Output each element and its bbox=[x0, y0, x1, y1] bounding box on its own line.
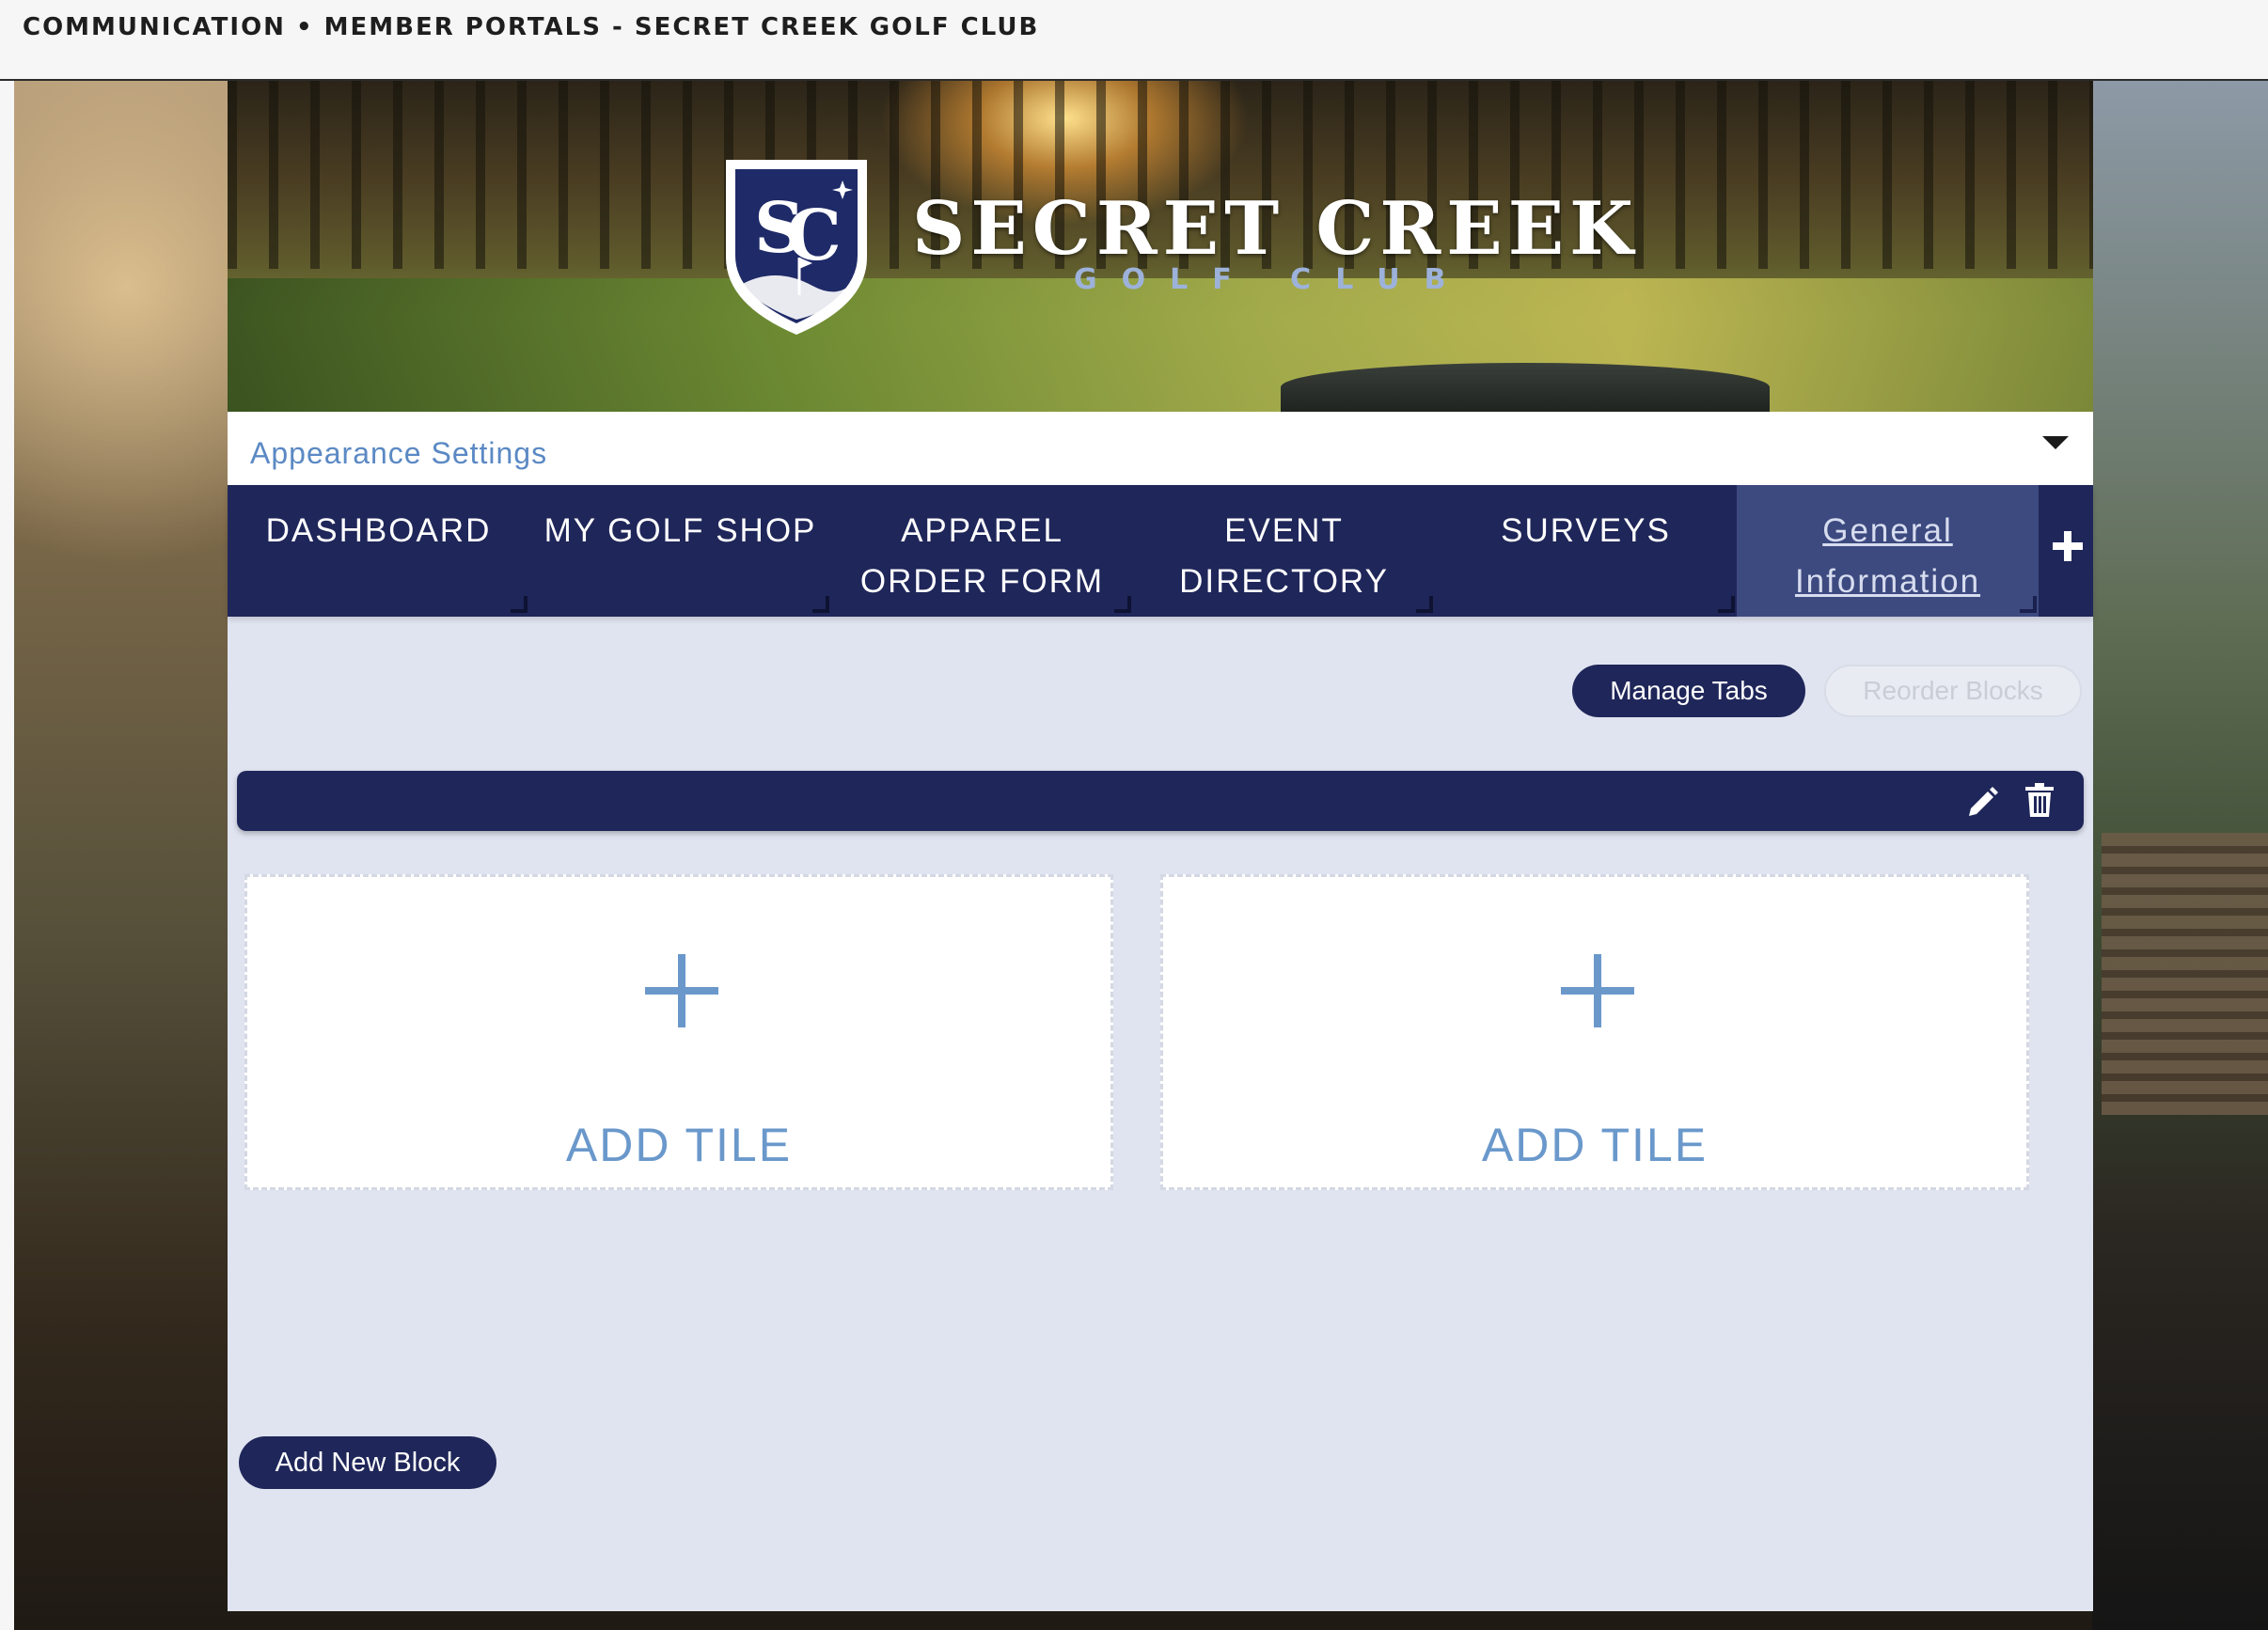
resize-handle-icon[interactable] bbox=[1114, 596, 1131, 613]
svg-text:C: C bbox=[786, 196, 842, 276]
pencil-edit-icon[interactable] bbox=[1965, 784, 1999, 818]
add-tile-label: ADD TILE bbox=[1481, 1119, 1709, 1171]
tab-general-information[interactable]: General Information bbox=[1737, 485, 2039, 617]
add-tile-label: ADD TILE bbox=[565, 1119, 793, 1171]
reorder-blocks-button[interactable]: Reorder Blocks bbox=[1824, 665, 2082, 717]
appearance-settings-label[interactable]: Appearance Settings bbox=[250, 436, 547, 471]
add-tab-plus-icon[interactable] bbox=[2050, 528, 2086, 564]
manage-tabs-button[interactable]: Manage Tabs bbox=[1572, 665, 1805, 717]
add-new-block-button[interactable]: Add New Block bbox=[239, 1436, 496, 1489]
tab-my-golf-shop[interactable]: MY GOLF SHOP bbox=[529, 485, 831, 617]
appearance-settings-bar[interactable]: Appearance Settings bbox=[228, 412, 2093, 485]
caret-down-icon[interactable] bbox=[2042, 436, 2069, 449]
trash-delete-icon[interactable] bbox=[2024, 782, 2055, 818]
resize-handle-icon[interactable] bbox=[812, 596, 829, 613]
plus-icon bbox=[645, 954, 718, 1027]
resize-handle-icon[interactable] bbox=[511, 596, 528, 613]
tab-surveys[interactable]: SURVEYS bbox=[1435, 485, 1737, 617]
breadcrumb: COMMUNICATION • MEMBER PORTALS - SECRET … bbox=[23, 13, 1040, 41]
top-bar: COMMUNICATION • MEMBER PORTALS - SECRET … bbox=[0, 0, 2268, 81]
resize-handle-icon[interactable] bbox=[1718, 596, 1735, 613]
resize-handle-icon[interactable] bbox=[1416, 596, 1433, 613]
tab-dashboard[interactable]: DASHBOARD bbox=[228, 485, 529, 617]
sc-crest-logo-icon: S C bbox=[726, 160, 867, 335]
logo-subtitle: GOLF CLUB bbox=[1074, 263, 1471, 296]
club-banner: S C SECRET CREEK GOLF CLUB bbox=[228, 81, 2093, 412]
portal-preview: S C SECRET CREEK GOLF CLUB Appearance Se… bbox=[228, 81, 2093, 1611]
block-header-bar bbox=[237, 771, 2084, 831]
add-tile-card[interactable]: ADD TILE bbox=[1160, 874, 2029, 1190]
logo-title: SECRET CREEK bbox=[912, 186, 1639, 272]
add-tile-card[interactable]: ADD TILE bbox=[244, 874, 1113, 1190]
tab-apparel-order-form[interactable]: APPAREL ORDER FORM bbox=[831, 485, 1133, 617]
plus-icon bbox=[1561, 954, 1634, 1027]
portal-tab-bar: DASHBOARD MY GOLF SHOP APPAREL ORDER FOR… bbox=[228, 485, 2093, 617]
tab-event-directory[interactable]: EVENT DIRECTORY bbox=[1133, 485, 1435, 617]
resize-handle-icon[interactable] bbox=[2020, 596, 2037, 613]
